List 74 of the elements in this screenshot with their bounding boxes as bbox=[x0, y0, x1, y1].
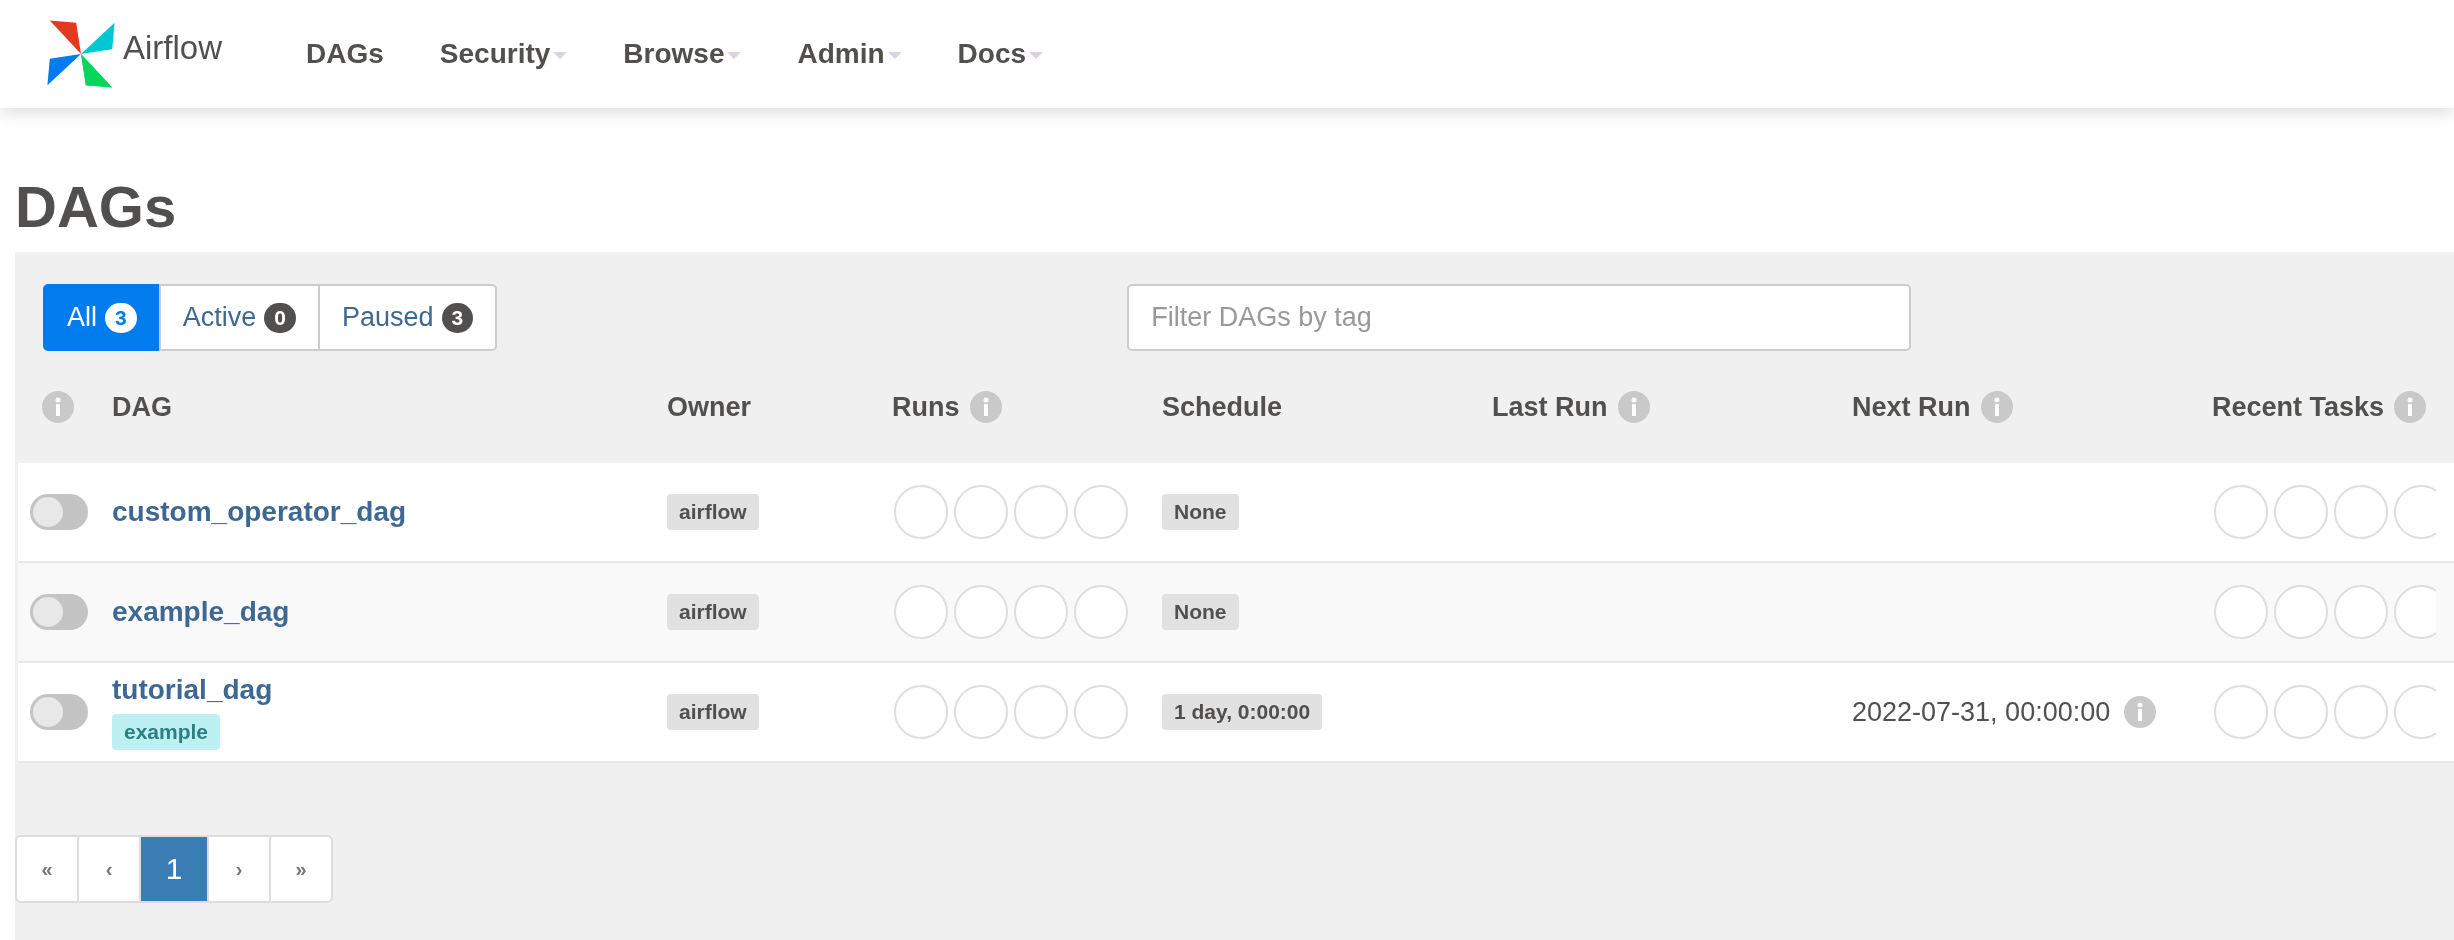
count-badge: 0 bbox=[264, 302, 296, 333]
run-status-circle[interactable] bbox=[954, 685, 1008, 739]
run-status-circle[interactable] bbox=[1014, 585, 1068, 639]
toggle-switch[interactable] bbox=[30, 694, 88, 730]
caret-icon bbox=[553, 52, 568, 60]
task-status-circle[interactable] bbox=[2394, 485, 2436, 539]
column-header[interactable]: Next Run bbox=[1852, 391, 1971, 423]
info-icon[interactable] bbox=[969, 391, 1002, 423]
page-link[interactable]: › bbox=[209, 837, 271, 901]
nav-menu-item[interactable]: Docs bbox=[957, 38, 1044, 70]
task-status-circle[interactable] bbox=[2334, 485, 2388, 539]
column-header[interactable]: Runs bbox=[892, 391, 960, 423]
filter-tab[interactable]: All 3 bbox=[43, 284, 161, 351]
nav-menu-item[interactable]: Browse bbox=[623, 38, 742, 70]
filter-tab[interactable]: Paused 3 bbox=[317, 284, 498, 351]
caret-icon bbox=[727, 52, 742, 60]
page-link[interactable]: 1 bbox=[141, 837, 209, 901]
nav-menu-item[interactable]: DAGs bbox=[306, 38, 384, 70]
owner-label[interactable]: airflow bbox=[667, 594, 759, 630]
count-badge: 3 bbox=[105, 302, 137, 333]
info-icon[interactable] bbox=[1980, 391, 2013, 423]
run-status-circle[interactable] bbox=[1014, 485, 1068, 539]
run-status-circle[interactable] bbox=[894, 585, 948, 639]
pinwheel-logo-icon[interactable] bbox=[45, 18, 117, 90]
nav-menu-item[interactable]: Admin bbox=[797, 38, 902, 70]
column-header[interactable]: DAG bbox=[112, 391, 172, 423]
info-icon[interactable] bbox=[1617, 391, 1650, 423]
column-header[interactable]: Last Run bbox=[1492, 391, 1608, 423]
info-icon[interactable] bbox=[2124, 696, 2157, 728]
tag-filter-field[interactable]: Filter DAGs by tag bbox=[1127, 284, 1912, 351]
run-status-circle[interactable] bbox=[954, 585, 1008, 639]
run-status-circle[interactable] bbox=[1074, 585, 1128, 639]
dag-link[interactable]: tutorial_dag bbox=[112, 674, 273, 706]
toggle-switch[interactable] bbox=[30, 494, 88, 530]
schedule-label: None bbox=[1162, 594, 1239, 630]
run-status-circle[interactable] bbox=[1014, 685, 1068, 739]
column-header[interactable]: Owner bbox=[667, 391, 752, 423]
brand-name[interactable]: Airflow bbox=[123, 29, 223, 67]
run-status-circle[interactable] bbox=[954, 485, 1008, 539]
owner-label[interactable]: airflow bbox=[667, 694, 759, 730]
column-header[interactable]: Recent Tasks bbox=[2212, 391, 2385, 423]
page-link[interactable]: » bbox=[271, 837, 331, 901]
task-status-circle[interactable] bbox=[2274, 585, 2328, 639]
caret-icon bbox=[1029, 52, 1044, 60]
run-status-circle[interactable] bbox=[1074, 485, 1128, 539]
dag-link[interactable]: example_dag bbox=[112, 596, 290, 628]
task-status-circle[interactable] bbox=[2394, 585, 2436, 639]
page-title: DAGs bbox=[15, 173, 178, 241]
run-status-circle[interactable] bbox=[894, 485, 948, 539]
schedule-label: 1 day, 0:00:00 bbox=[1162, 694, 1323, 730]
run-status-circle[interactable] bbox=[1074, 685, 1128, 739]
run-status-circle[interactable] bbox=[894, 685, 948, 739]
toggle-switch[interactable] bbox=[30, 594, 88, 630]
info-icon[interactable] bbox=[2394, 391, 2427, 423]
task-status-circle[interactable] bbox=[2214, 485, 2268, 539]
task-status-circle[interactable] bbox=[2274, 685, 2328, 739]
task-status-circle[interactable] bbox=[2394, 685, 2436, 739]
caret-icon bbox=[887, 52, 902, 60]
info-icon[interactable] bbox=[42, 391, 74, 423]
count-badge: 3 bbox=[441, 302, 474, 333]
task-status-circle[interactable] bbox=[2334, 585, 2388, 639]
tag-label[interactable]: example bbox=[112, 714, 221, 750]
schedule-label: None bbox=[1162, 494, 1239, 530]
next-run-text: 2022-07-31, 00:00:00 bbox=[1852, 696, 2111, 728]
dag-link[interactable]: custom_operator_dag bbox=[112, 496, 407, 528]
owner-label[interactable]: airflow bbox=[667, 494, 759, 530]
task-status-circle[interactable] bbox=[2214, 585, 2268, 639]
task-status-circle[interactable] bbox=[2274, 485, 2328, 539]
filter-tab[interactable]: Active 0 bbox=[158, 284, 320, 351]
page-link[interactable]: « bbox=[17, 837, 79, 901]
task-status-circle[interactable] bbox=[2214, 685, 2268, 739]
column-header[interactable]: Schedule bbox=[1162, 391, 1283, 423]
nav-menu-item[interactable]: Security bbox=[439, 38, 568, 70]
task-status-circle[interactable] bbox=[2334, 685, 2388, 739]
